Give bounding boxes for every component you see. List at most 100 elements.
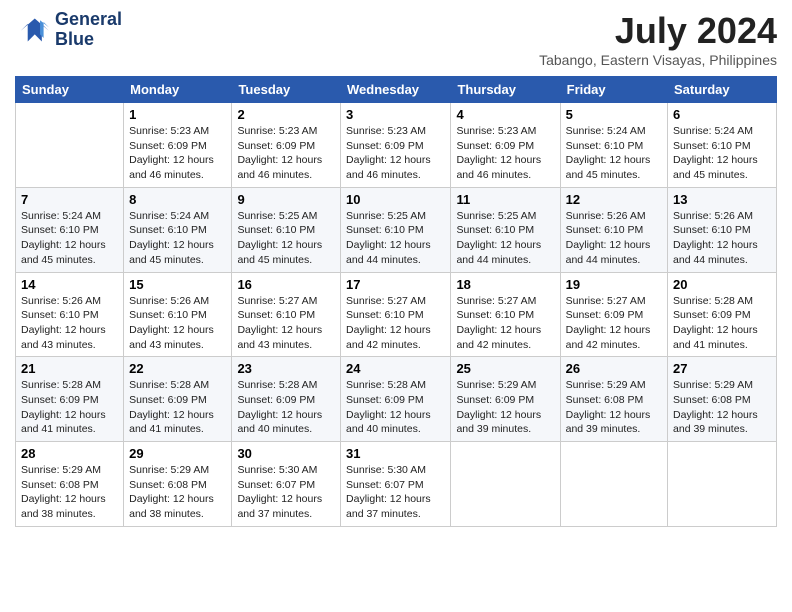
- date-number: 9: [237, 192, 335, 207]
- day-header-monday: Monday: [124, 77, 232, 103]
- cell-info: Sunrise: 5:29 AM Sunset: 6:09 PM Dayligh…: [456, 378, 554, 437]
- week-row-5: 28 Sunrise: 5:29 AM Sunset: 6:08 PM Dayli…: [16, 442, 777, 527]
- date-number: 10: [346, 192, 445, 207]
- calendar-cell: 11Sunrise: 5:25 AM Sunset: 6:10 PM Dayli…: [451, 187, 560, 272]
- calendar-cell: 22 Sunrise: 5:28 AM Sunset: 6:09 PM Dayli…: [124, 357, 232, 442]
- cell-info: Sunrise: 5:28 AM Sunset: 6:09 PM Dayligh…: [129, 378, 226, 437]
- calendar-cell: 14Sunrise: 5:26 AM Sunset: 6:10 PM Dayli…: [16, 272, 124, 357]
- calendar-cell: [451, 442, 560, 527]
- calendar-cell: 21Sunrise: 5:28 AM Sunset: 6:09 PM Dayli…: [16, 357, 124, 442]
- date-number: 18: [456, 277, 554, 292]
- cell-info: Sunrise: 5:29 AM Sunset: 6:08 PM Dayligh…: [21, 463, 118, 522]
- date-number: 5: [566, 107, 662, 122]
- calendar-cell: 20 Sunrise: 5:28 AM Sunset: 6:09 PM Dayli…: [668, 272, 777, 357]
- calendar-cell: 3 Sunrise: 5:23 AM Sunset: 6:09 PM Daylig…: [341, 103, 451, 188]
- date-number: 15: [129, 277, 226, 292]
- cell-info: Sunrise: 5:30 AM Sunset: 6:07 PM Dayligh…: [346, 463, 445, 522]
- calendar-cell: 12Sunrise: 5:26 AM Sunset: 6:10 PM Dayli…: [560, 187, 667, 272]
- week-row-4: 21Sunrise: 5:28 AM Sunset: 6:09 PM Dayli…: [16, 357, 777, 442]
- cell-info: Sunrise: 5:27 AM Sunset: 6:09 PM Dayligh…: [566, 294, 662, 353]
- calendar-cell: 25 Sunrise: 5:29 AM Sunset: 6:09 PM Dayli…: [451, 357, 560, 442]
- cell-info: Sunrise: 5:23 AM Sunset: 6:09 PM Dayligh…: [237, 124, 335, 183]
- cell-info: Sunrise: 5:29 AM Sunset: 6:08 PM Dayligh…: [566, 378, 662, 437]
- cell-info: Sunrise: 5:27 AM Sunset: 6:10 PM Dayligh…: [346, 294, 445, 353]
- calendar-cell: 16Sunrise: 5:27 AM Sunset: 6:10 PM Dayli…: [232, 272, 341, 357]
- date-number: 19: [566, 277, 662, 292]
- cell-info: Sunrise: 5:27 AM Sunset: 6:10 PM Dayligh…: [237, 294, 335, 353]
- week-row-3: 14 Sunrise: 5:26 AM Sunset: 6:10 PM Dayli…: [16, 272, 777, 357]
- cell-info: Sunrise: 5:23 AM Sunset: 6:09 PM Dayligh…: [346, 124, 445, 183]
- date-number: 22: [129, 361, 226, 376]
- calendar-cell: 1 Sunrise: 5:23 AM Sunset: 6:09 PM Daylig…: [124, 103, 232, 188]
- calendar-cell: 6Sunrise: 5:24 AM Sunset: 6:10 PM Daylig…: [668, 103, 777, 188]
- cell-info: Sunrise: 5:28 AM Sunset: 6:09 PM Dayligh…: [673, 294, 771, 353]
- day-header-wednesday: Wednesday: [341, 77, 451, 103]
- date-number: 7: [21, 192, 118, 207]
- calendar-cell: 7Sunrise: 5:24 AM Sunset: 6:10 PM Daylig…: [16, 187, 124, 272]
- date-number: 2: [237, 107, 335, 122]
- calendar-cell: 28 Sunrise: 5:29 AM Sunset: 6:08 PM Dayli…: [16, 442, 124, 527]
- calendar-cell: 23 Sunrise: 5:28 AM Sunset: 6:09 PM Dayli…: [232, 357, 341, 442]
- date-number: 24: [346, 361, 445, 376]
- calendar-cell: 9 Sunrise: 5:25 AM Sunset: 6:10 PM Daylig…: [232, 187, 341, 272]
- date-number: 23: [237, 361, 335, 376]
- cell-info: Sunrise: 5:24 AM Sunset: 6:10 PM Dayligh…: [566, 124, 662, 183]
- title-section: July 2024 Tabango, Eastern Visayas, Phil…: [539, 10, 777, 68]
- cell-info: Sunrise: 5:23 AM Sunset: 6:09 PM Dayligh…: [129, 124, 226, 183]
- cell-info: Sunrise: 5:25 AM Sunset: 6:10 PM Dayligh…: [346, 209, 445, 268]
- date-number: 13: [673, 192, 771, 207]
- cell-info: Sunrise: 5:29 AM Sunset: 6:08 PM Dayligh…: [129, 463, 226, 522]
- date-number: 29: [129, 446, 226, 461]
- date-number: 28: [21, 446, 118, 461]
- calendar-cell: 24 Sunrise: 5:28 AM Sunset: 6:09 PM Dayli…: [341, 357, 451, 442]
- cell-info: Sunrise: 5:24 AM Sunset: 6:10 PM Dayligh…: [129, 209, 226, 268]
- day-header-friday: Friday: [560, 77, 667, 103]
- cell-info: Sunrise: 5:26 AM Sunset: 6:10 PM Dayligh…: [566, 209, 662, 268]
- date-number: 1: [129, 107, 226, 122]
- day-header-thursday: Thursday: [451, 77, 560, 103]
- date-number: 14: [21, 277, 118, 292]
- date-number: 17: [346, 277, 445, 292]
- calendar-cell: [16, 103, 124, 188]
- logo-text: General Blue: [55, 10, 122, 50]
- cell-info: Sunrise: 5:28 AM Sunset: 6:09 PM Dayligh…: [237, 378, 335, 437]
- cell-info: Sunrise: 5:26 AM Sunset: 6:10 PM Dayligh…: [673, 209, 771, 268]
- calendar-cell: 17 Sunrise: 5:27 AM Sunset: 6:10 PM Dayli…: [341, 272, 451, 357]
- calendar-cell: 19 Sunrise: 5:27 AM Sunset: 6:09 PM Dayli…: [560, 272, 667, 357]
- calendar-cell: 27Sunrise: 5:29 AM Sunset: 6:08 PM Dayli…: [668, 357, 777, 442]
- cell-info: Sunrise: 5:27 AM Sunset: 6:10 PM Dayligh…: [456, 294, 554, 353]
- date-number: 3: [346, 107, 445, 122]
- date-number: 8: [129, 192, 226, 207]
- date-number: 20: [673, 277, 771, 292]
- cell-info: Sunrise: 5:26 AM Sunset: 6:10 PM Dayligh…: [129, 294, 226, 353]
- calendar-cell: 10 Sunrise: 5:25 AM Sunset: 6:10 PM Dayli…: [341, 187, 451, 272]
- cell-info: Sunrise: 5:25 AM Sunset: 6:10 PM Dayligh…: [237, 209, 335, 268]
- calendar-cell: 26 Sunrise: 5:29 AM Sunset: 6:08 PM Dayli…: [560, 357, 667, 442]
- calendar-cell: 8 Sunrise: 5:24 AM Sunset: 6:10 PM Daylig…: [124, 187, 232, 272]
- date-number: 31: [346, 446, 445, 461]
- calendar-table: SundayMondayTuesdayWednesdayThursdayFrid…: [15, 76, 777, 527]
- calendar-cell: 2 Sunrise: 5:23 AM Sunset: 6:09 PM Daylig…: [232, 103, 341, 188]
- page-header: General Blue July 2024 Tabango, Eastern …: [15, 10, 777, 68]
- calendar-cell: 18 Sunrise: 5:27 AM Sunset: 6:10 PM Dayli…: [451, 272, 560, 357]
- cell-info: Sunrise: 5:30 AM Sunset: 6:07 PM Dayligh…: [237, 463, 335, 522]
- cell-info: Sunrise: 5:23 AM Sunset: 6:09 PM Dayligh…: [456, 124, 554, 183]
- calendar-cell: 5 Sunrise: 5:24 AM Sunset: 6:10 PM Daylig…: [560, 103, 667, 188]
- cell-info: Sunrise: 5:28 AM Sunset: 6:09 PM Dayligh…: [346, 378, 445, 437]
- week-row-2: 7 Sunrise: 5:24 AM Sunset: 6:10 PM Daylig…: [16, 187, 777, 272]
- location: Tabango, Eastern Visayas, Philippines: [539, 52, 777, 68]
- logo-icon: [15, 15, 51, 45]
- day-header-saturday: Saturday: [668, 77, 777, 103]
- cell-info: Sunrise: 5:24 AM Sunset: 6:10 PM Dayligh…: [673, 124, 771, 183]
- date-number: 26: [566, 361, 662, 376]
- date-number: 25: [456, 361, 554, 376]
- calendar-cell: 4Sunrise: 5:23 AM Sunset: 6:09 PM Daylig…: [451, 103, 560, 188]
- header-row: SundayMondayTuesdayWednesdayThursdayFrid…: [16, 77, 777, 103]
- calendar-cell: 13 Sunrise: 5:26 AM Sunset: 6:10 PM Dayli…: [668, 187, 777, 272]
- cell-info: Sunrise: 5:29 AM Sunset: 6:08 PM Dayligh…: [673, 378, 771, 437]
- calendar-cell: 15 Sunrise: 5:26 AM Sunset: 6:10 PM Dayli…: [124, 272, 232, 357]
- calendar-cell: [560, 442, 667, 527]
- cell-info: Sunrise: 5:25 AM Sunset: 6:10 PM Dayligh…: [456, 209, 554, 268]
- calendar-cell: 29 Sunrise: 5:29 AM Sunset: 6:08 PM Dayli…: [124, 442, 232, 527]
- calendar-cell: [668, 442, 777, 527]
